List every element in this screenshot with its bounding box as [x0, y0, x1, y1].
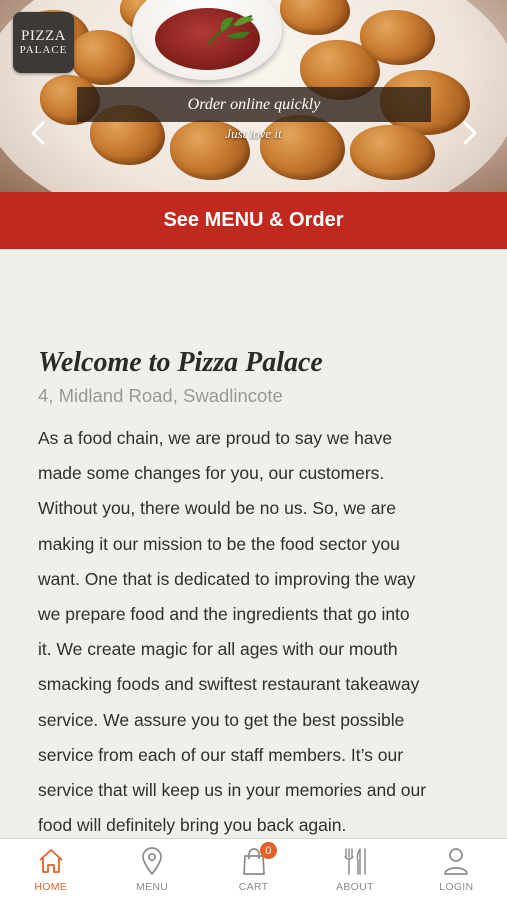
- slide-caption-box: Order online quickly: [77, 87, 431, 122]
- tab-label: MENU: [136, 881, 169, 893]
- slider-prev-button[interactable]: [26, 118, 50, 148]
- restaurant-address: 4, Midland Road, Swadlincote: [38, 385, 283, 406]
- food-image-piece: [360, 10, 435, 65]
- home-icon: [39, 849, 63, 873]
- paragraph-line: service from each of our staff members. …: [38, 744, 404, 765]
- tab-cart[interactable]: 0 CART: [203, 839, 304, 900]
- chevron-left-icon: [31, 121, 45, 145]
- tab-login[interactable]: LOGIN: [406, 839, 507, 900]
- slider-next-button[interactable]: [458, 118, 482, 148]
- location-pin-icon: [142, 847, 162, 876]
- paragraph-line: service that will keep us in your memori…: [38, 780, 427, 801]
- brand-logo[interactable]: PIZZA PALACE: [13, 12, 74, 73]
- tab-menu[interactable]: MENU: [101, 839, 202, 900]
- paragraph-line: want. One that is dedicated to improving…: [38, 568, 416, 589]
- slide-subtitle: Just love it: [225, 126, 282, 141]
- slide-title: Order online quickly: [187, 95, 321, 113]
- tab-home[interactable]: HOME: [0, 839, 101, 900]
- logo-text-line1: PIZZA: [21, 28, 66, 44]
- paragraph-line: we prepare food and the ingredients that…: [38, 604, 410, 625]
- paragraph-line: smacking foods and swiftest restaurant t…: [38, 674, 420, 695]
- paragraph-line: service. We assure you to get the best p…: [38, 709, 405, 730]
- paragraph-line: made some changes for you, our customers…: [38, 463, 385, 484]
- tab-label: CART: [238, 881, 269, 893]
- food-image-piece: [260, 115, 345, 180]
- paragraph-line: food will definitely bring you back agai…: [38, 815, 347, 836]
- user-icon: [444, 848, 469, 875]
- bottom-tab-bar: HOME MENU 0 CART ABOUT LOGIN: [0, 838, 507, 900]
- logo-text-line2: PALACE: [19, 44, 68, 56]
- paragraph-line: making it our mission to be the food sec…: [38, 533, 400, 554]
- chevron-right-icon: [463, 121, 477, 145]
- hero-slider[interactable]: PIZZA PALACE Order online quickly Just l…: [0, 0, 507, 192]
- main-content[interactable]: Welcome to Pizza Palace 4, Midland Road,…: [0, 249, 507, 838]
- tab-label: HOME: [34, 881, 68, 893]
- see-menu-order-button[interactable]: See MENU & Order: [0, 192, 507, 249]
- about-paragraph: As a food chain, we are proud to say we …: [38, 421, 469, 838]
- tab-label: LOGIN: [439, 881, 474, 893]
- paragraph-line: As a food chain, we are proud to say we …: [38, 428, 393, 448]
- paragraph-line: it. We create magic for all ages with ou…: [38, 639, 398, 660]
- page-title: Welcome to Pizza Palace: [38, 347, 323, 378]
- paragraph-line: Without you, there would be no us. So, w…: [38, 498, 396, 519]
- herb-garnish-image: [207, 14, 254, 45]
- cart-count-badge: 0: [259, 842, 277, 859]
- tab-about[interactable]: ABOUT: [304, 839, 405, 900]
- cutlery-icon: [344, 848, 366, 875]
- tab-label: ABOUT: [336, 881, 374, 893]
